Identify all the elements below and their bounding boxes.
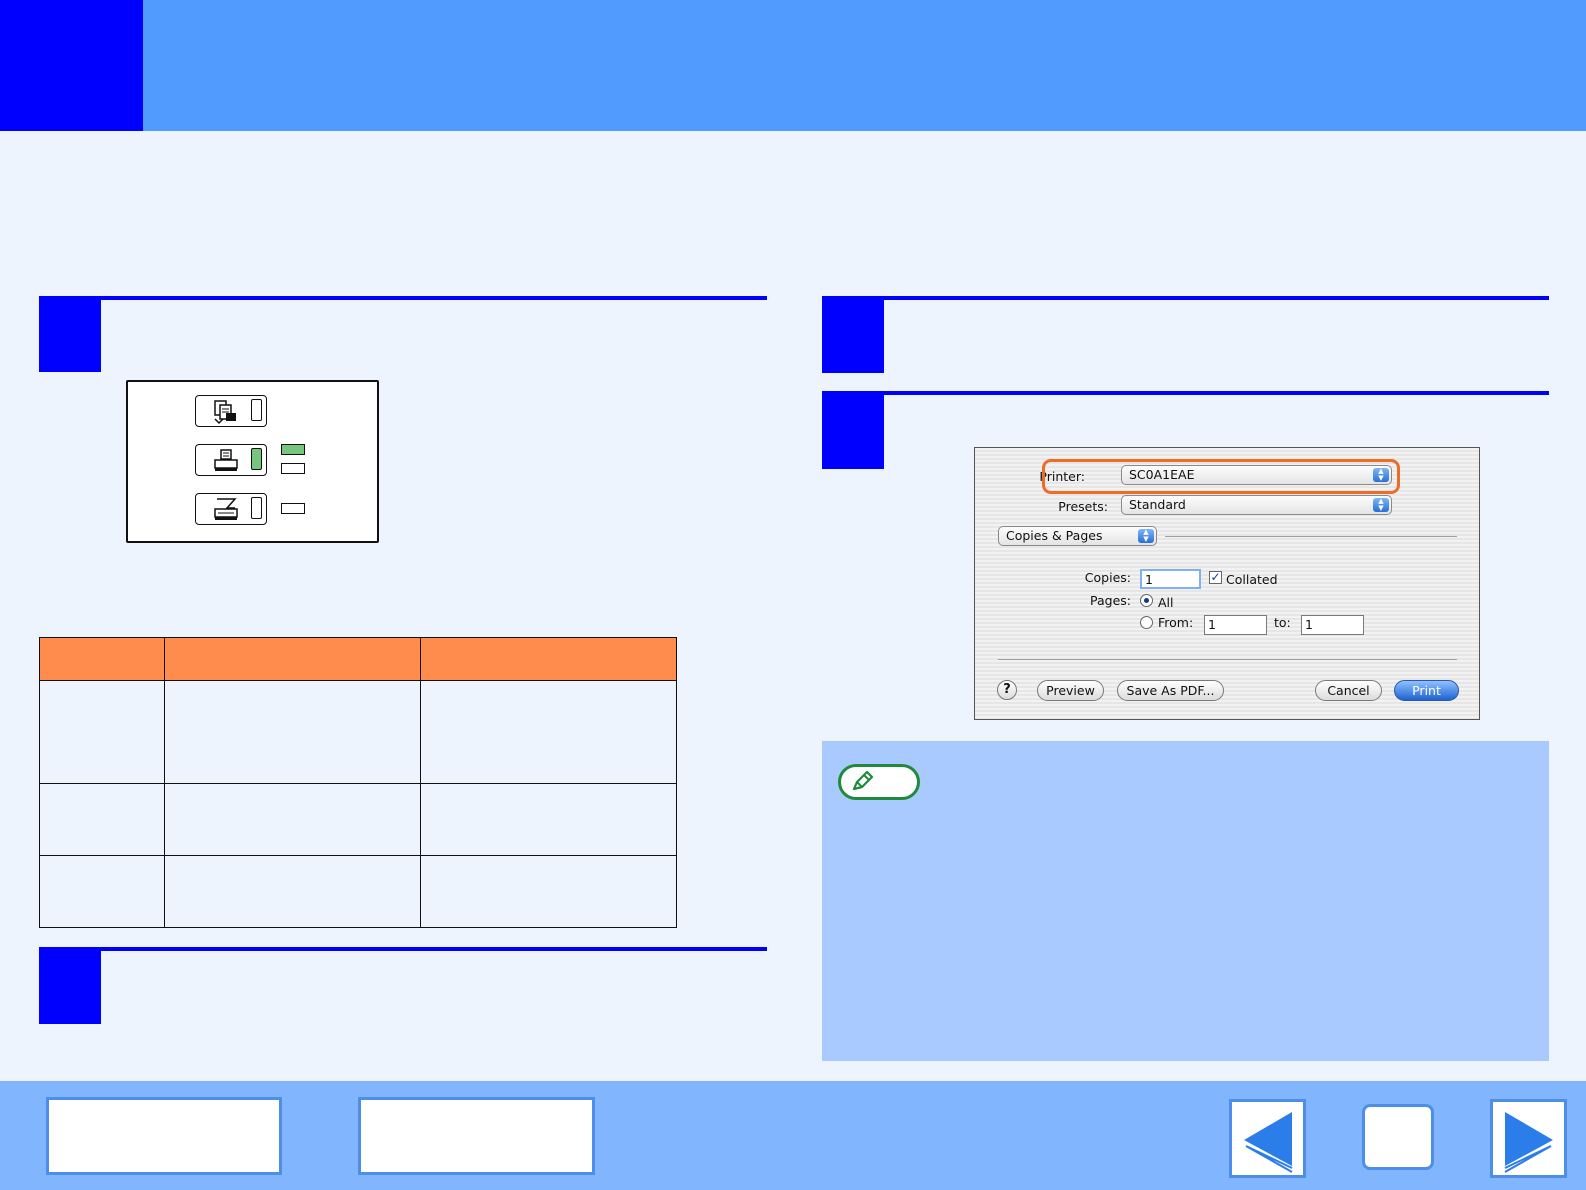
presets-select-value: Standard	[1129, 497, 1186, 512]
data-indicator	[281, 463, 305, 474]
pages-from-radio[interactable]	[1140, 616, 1153, 629]
table-cell	[39, 783, 165, 856]
step-divider	[39, 947, 767, 951]
pages-from-input[interactable]: 1	[1204, 615, 1267, 635]
step-divider	[39, 296, 767, 300]
indicator-table	[39, 637, 677, 928]
note-box	[822, 741, 1549, 1061]
button-divider	[998, 659, 1457, 660]
step-number-block	[39, 296, 101, 372]
pencil-icon	[852, 770, 874, 791]
home-button[interactable]	[1362, 1104, 1434, 1170]
table-cell	[164, 680, 421, 784]
print-mode-led	[251, 448, 262, 470]
chapter-block	[0, 0, 143, 131]
step-number-block	[39, 947, 101, 1024]
table-header-cell	[39, 637, 165, 681]
online-indicator	[281, 444, 305, 455]
copy-mode-icon	[214, 400, 236, 425]
back-arrow-icon	[1244, 1112, 1293, 1173]
note-badge	[838, 764, 920, 800]
help-button[interactable]: ?	[997, 680, 1017, 700]
scan-indicator	[281, 503, 305, 514]
print-mode-button	[195, 444, 267, 476]
print-button[interactable]: Print	[1394, 680, 1459, 701]
step-number-block	[822, 296, 884, 373]
operation-panel-illustration	[126, 380, 379, 543]
save-as-pdf-button[interactable]: Save As PDF...	[1117, 680, 1224, 701]
table-header-cell	[420, 637, 677, 681]
step-number-block	[822, 391, 884, 469]
section-select-value: Copies & Pages	[1006, 528, 1103, 543]
table-cell	[164, 855, 421, 928]
table-cell	[39, 855, 165, 928]
pages-from-label: From:	[1158, 615, 1194, 630]
forward-arrow-icon	[1504, 1112, 1553, 1173]
collated-checkbox[interactable]: ✓	[1209, 571, 1222, 584]
page-header	[0, 0, 1586, 131]
table-cell	[420, 855, 677, 928]
table-cell	[39, 680, 165, 784]
copy-mode-led	[251, 399, 262, 421]
scan-mode-icon	[214, 498, 238, 520]
table-cell	[420, 680, 677, 784]
forward-button[interactable]	[1490, 1099, 1567, 1178]
print-mode-icon	[214, 449, 238, 471]
section-divider	[1165, 536, 1457, 537]
updown-arrows-icon: ▲ ▼	[1138, 529, 1154, 543]
back-button[interactable]	[1229, 1099, 1306, 1178]
pages-label: Pages:	[1090, 593, 1131, 608]
preview-button[interactable]: Preview	[1037, 680, 1104, 701]
table-header-cell	[164, 637, 421, 681]
copy-mode-button	[195, 395, 267, 427]
scan-mode-button	[195, 493, 267, 525]
table-cell	[164, 783, 421, 856]
cancel-button[interactable]: Cancel	[1315, 680, 1382, 701]
footer-nav-button-2[interactable]	[358, 1097, 595, 1175]
updown-arrows-icon: ▲ ▼	[1373, 498, 1389, 512]
copies-input[interactable]: 1	[1140, 569, 1201, 589]
footer-nav-button-1[interactable]	[46, 1097, 282, 1175]
pages-all-label: All	[1158, 595, 1174, 610]
presets-label: Presets:	[1058, 499, 1108, 514]
section-select[interactable]: Copies & Pages ▲ ▼	[998, 526, 1157, 546]
copies-label: Copies:	[1084, 570, 1131, 585]
pages-to-input[interactable]: 1	[1301, 615, 1364, 635]
pages-all-radio[interactable]	[1140, 594, 1153, 607]
collated-label: Collated	[1226, 572, 1278, 587]
step-divider	[822, 391, 1549, 395]
table-cell	[420, 783, 677, 856]
scan-mode-led	[251, 497, 262, 519]
step-divider	[822, 296, 1549, 300]
presets-select[interactable]: Standard ▲ ▼	[1121, 495, 1392, 515]
pages-to-label: to:	[1274, 615, 1291, 630]
printer-highlight	[1042, 459, 1400, 494]
